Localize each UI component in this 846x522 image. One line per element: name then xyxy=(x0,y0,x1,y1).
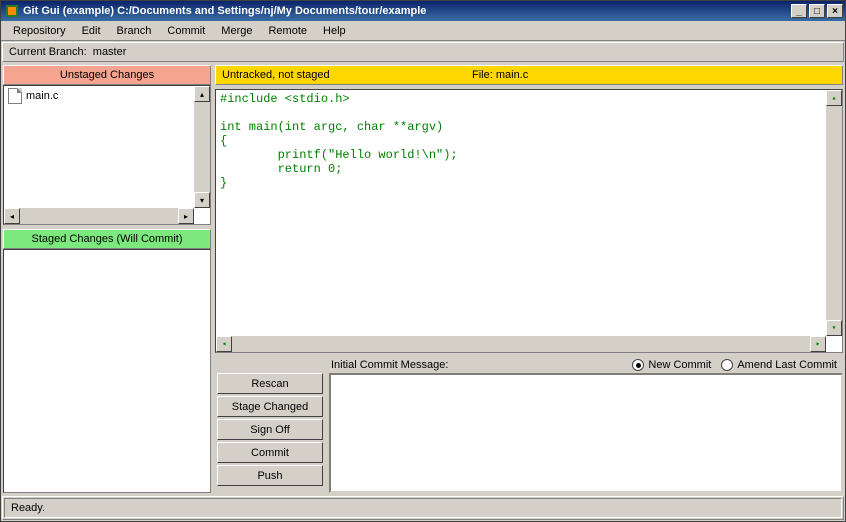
diff-viewer[interactable]: #include <stdio.h> int main(int argc, ch… xyxy=(215,89,843,353)
maximize-button[interactable]: □ xyxy=(809,4,825,18)
window-title: Git Gui (example) C:/Documents and Setti… xyxy=(23,5,789,17)
scroll-right-icon[interactable]: ▸ xyxy=(178,208,194,224)
scroll-up-icon[interactable]: ▴ xyxy=(194,86,210,102)
menu-repository[interactable]: Repository xyxy=(5,23,74,39)
list-item[interactable]: main.c xyxy=(4,86,210,106)
menu-branch[interactable]: Branch xyxy=(109,23,160,39)
minimize-button[interactable]: _ xyxy=(791,4,807,18)
diff-content: #include <stdio.h> int main(int argc, ch… xyxy=(220,92,458,190)
menu-bar: Repository Edit Branch Commit Merge Remo… xyxy=(1,21,845,41)
file-icon xyxy=(8,88,22,104)
branch-label: Current Branch: xyxy=(9,46,87,58)
horizontal-scrollbar[interactable]: ◂ ▸ xyxy=(4,208,194,224)
diff-horizontal-scrollbar[interactable]: ◂ ▸ xyxy=(216,336,826,352)
radio-amend-commit[interactable]: Amend Last Commit xyxy=(721,359,837,371)
diff-file-label: File: xyxy=(472,69,493,81)
scroll-up-icon[interactable]: ▴ xyxy=(826,90,842,106)
diff-header: Untracked, not staged File: main.c xyxy=(215,65,843,85)
diff-vertical-scrollbar[interactable]: ▴ ▾ xyxy=(826,90,842,336)
commit-msg-label: Initial Commit Message: xyxy=(331,359,448,371)
staged-header: Staged Changes (Will Commit) xyxy=(3,229,211,249)
diff-file-name: main.c xyxy=(496,69,528,81)
menu-help[interactable]: Help xyxy=(315,23,354,39)
radio-amend-label: Amend Last Commit xyxy=(737,359,837,371)
scroll-left-icon[interactable]: ◂ xyxy=(4,208,20,224)
sign-off-button[interactable]: Sign Off xyxy=(217,419,323,440)
radio-dot-icon xyxy=(632,359,644,371)
branch-row: Current Branch: master xyxy=(2,42,844,62)
app-icon xyxy=(5,4,19,18)
commit-area: Initial Commit Message: New Commit Amend… xyxy=(215,357,843,493)
vertical-scrollbar[interactable]: ▴ ▾ xyxy=(194,86,210,208)
scroll-down-icon[interactable]: ▾ xyxy=(826,320,842,336)
menu-edit[interactable]: Edit xyxy=(74,23,109,39)
scroll-left-icon[interactable]: ◂ xyxy=(216,336,232,352)
push-button[interactable]: Push xyxy=(217,465,323,486)
left-column: Unstaged Changes main.c ▴ ▾ ◂ ▸ Staged C… xyxy=(3,65,211,493)
close-button[interactable]: × xyxy=(827,4,843,18)
status-bar: Ready. xyxy=(4,498,842,518)
commit-header-row: Initial Commit Message: New Commit Amend… xyxy=(215,357,843,373)
stage-changed-button[interactable]: Stage Changed xyxy=(217,396,323,417)
status-bar-frame: Ready. xyxy=(2,496,844,520)
commit-button[interactable]: Commit xyxy=(217,442,323,463)
main-split: Unstaged Changes main.c ▴ ▾ ◂ ▸ Staged C… xyxy=(1,63,845,495)
radio-new-label: New Commit xyxy=(648,359,711,371)
window-controls: _ □ × xyxy=(789,4,843,18)
menu-merge[interactable]: Merge xyxy=(213,23,260,39)
action-button-column: Rescan Stage Changed Sign Off Commit Pus… xyxy=(215,373,325,493)
title-bar: Git Gui (example) C:/Documents and Setti… xyxy=(1,1,845,21)
scroll-down-icon[interactable]: ▾ xyxy=(194,192,210,208)
radio-new-commit[interactable]: New Commit xyxy=(632,359,711,371)
menu-commit[interactable]: Commit xyxy=(159,23,213,39)
unstaged-file-list[interactable]: main.c ▴ ▾ ◂ ▸ xyxy=(3,85,211,225)
diff-status: Untracked, not staged xyxy=(222,69,472,81)
right-column: Untracked, not staged File: main.c #incl… xyxy=(215,65,843,493)
unstaged-header: Unstaged Changes xyxy=(3,65,211,85)
file-name: main.c xyxy=(26,90,58,102)
rescan-button[interactable]: Rescan xyxy=(217,373,323,394)
radio-dot-icon xyxy=(721,359,733,371)
commit-message-input[interactable] xyxy=(329,373,843,493)
staged-file-list[interactable] xyxy=(3,249,211,493)
menu-remote[interactable]: Remote xyxy=(260,23,315,39)
scroll-right-icon[interactable]: ▸ xyxy=(810,336,826,352)
branch-name: master xyxy=(93,46,127,58)
